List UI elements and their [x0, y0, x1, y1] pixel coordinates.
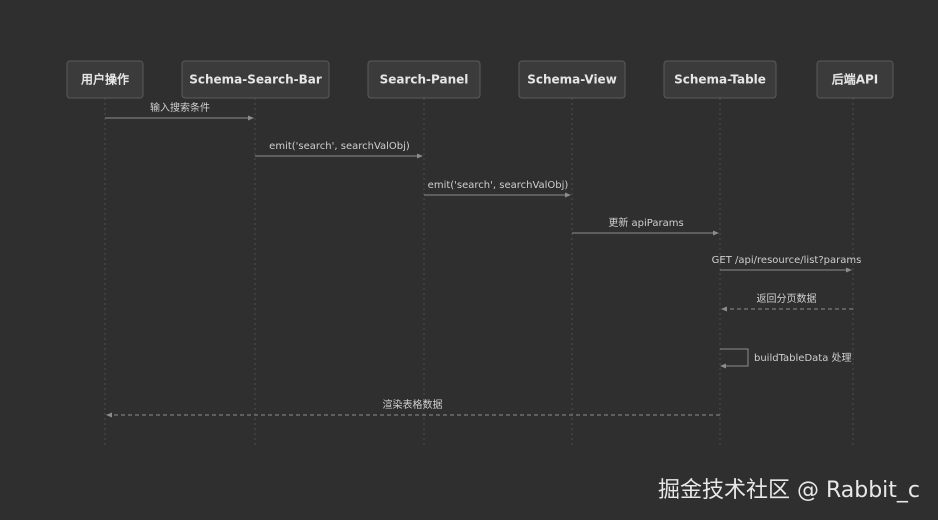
message-arrowhead	[248, 115, 254, 121]
message-arrowhead	[106, 412, 112, 418]
message-arrowhead	[720, 363, 726, 369]
participant-panel: Search-Panel	[367, 60, 481, 99]
participant-api: 后端API	[816, 60, 894, 99]
participant-table: Schema-Table	[663, 60, 777, 99]
message-label: 更新 apiParams	[608, 216, 683, 229]
message-label: emit('search', searchValObj)	[428, 180, 569, 191]
message-2: emit('search', searchValObj)	[255, 141, 423, 159]
message-3: emit('search', searchValObj)	[424, 180, 571, 198]
message-arrowhead	[417, 153, 423, 159]
participant-user: 用户操作	[66, 60, 144, 99]
watermark: 掘金技术社区 @ Rabbit_c	[657, 478, 920, 503]
participant-label: Schema-Search-Bar	[189, 73, 322, 87]
message-5: GET /api/resource/list?params	[712, 255, 862, 273]
message-label: 渲染表格数据	[383, 398, 443, 411]
message-label: buildTableData 处理	[754, 352, 852, 364]
participant-view: Schema-View	[518, 60, 626, 99]
sequence-diagram: 用户操作 Schema-Search-Bar Search-Panel Schema-…	[66, 60, 894, 445]
message-arrowhead	[721, 306, 727, 312]
message-6: 返回分页数据	[721, 292, 853, 312]
message-line	[720, 348, 749, 367]
message-arrowhead	[713, 230, 719, 236]
participant-label: Search-Panel	[380, 73, 469, 87]
message-arrowhead	[565, 192, 571, 198]
message-label: emit('search', searchValObj)	[269, 141, 410, 152]
message-arrowhead	[846, 267, 852, 273]
participant-label: Schema-Table	[674, 73, 766, 87]
participant-bar: Schema-Search-Bar	[181, 60, 330, 99]
message-label: GET /api/resource/list?params	[712, 255, 862, 266]
participant-label: 用户操作	[80, 72, 129, 87]
participant-label: Schema-View	[527, 73, 617, 87]
participant-label: 后端API	[832, 72, 879, 87]
message-label: 返回分页数据	[757, 292, 817, 305]
message-label: 输入搜索条件	[150, 101, 210, 114]
message-7: buildTableData 处理	[720, 348, 852, 369]
message-4: 更新 apiParams	[572, 216, 719, 236]
message-8: 渲染表格数据	[106, 398, 720, 418]
sequence-diagram-canvas: 用户操作 Schema-Search-Bar Search-Panel Schema-…	[0, 0, 938, 520]
message-1: 输入搜索条件	[105, 101, 254, 121]
